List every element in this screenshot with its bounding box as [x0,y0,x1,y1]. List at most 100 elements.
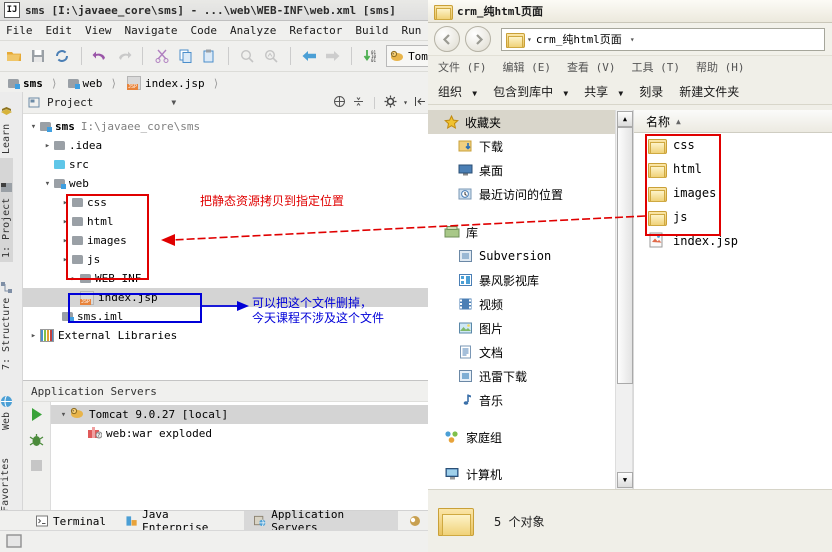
tree-row-web[interactable]: ▾ web [23,174,432,193]
menu-help[interactable]: 帮助 (H) [696,59,745,75]
menu-refactor[interactable]: Refactor [289,24,342,37]
menu-analyze[interactable]: Analyze [230,24,276,37]
tab-terminal[interactable]: Terminal [26,511,116,531]
save-all-icon[interactable] [30,47,47,65]
nav-group-libraries[interactable]: 库 [428,220,615,244]
chevron-down-icon[interactable]: ▾ [527,35,532,44]
scroll-down-arrow[interactable]: ▼ [617,472,633,488]
nav-item-music[interactable]: 音乐 [428,388,615,412]
tab-application-servers[interactable]: Application Servers [244,508,399,534]
cut-icon[interactable] [153,47,170,65]
nav-item-documents[interactable]: 文档 [428,340,615,364]
left-tool-strip[interactable]: Learn 1: Project 7: Structure Web 2: Fav… [0,92,23,552]
settings-gear-icon[interactable] [384,95,397,111]
hide-panel-icon[interactable] [414,95,427,111]
chevron-right-icon: ⟩ [50,76,58,90]
menu-run[interactable]: Run [401,24,421,37]
nav-item-thunder-downloads[interactable]: 迅雷下载 [428,364,615,388]
nav-item-downloads[interactable]: 下载 [428,134,615,158]
menu-view[interactable]: View [85,24,112,37]
breadcrumb-item-web[interactable]: web ⟩ [67,77,126,90]
share-button[interactable]: 共享 ▼ [584,83,623,100]
scrollbar-thumb[interactable] [617,127,633,384]
chevron-down-icon[interactable]: ▼ [563,89,568,98]
tree-row-external-libraries[interactable]: ▸ External Libraries [23,326,432,345]
tree-row-src[interactable]: src [23,155,432,174]
organize-button[interactable]: 组织 ▼ [438,83,477,100]
burn-button[interactable]: 刻录 [639,83,663,100]
explorer-command-bar[interactable]: 组织 ▼ 包含到库中 ▼ 共享 ▼ 刻录 新建文件夹 [428,78,832,105]
compile-icon[interactable]: 01 10 01 [362,47,379,65]
open-project-icon[interactable] [6,47,23,65]
menu-file[interactable]: 文件 (F) [438,59,487,75]
nav-item-pictures[interactable]: 图片 [428,316,615,340]
back-arrow-icon[interactable] [301,47,318,65]
expand-all-icon[interactable] [333,95,346,111]
scroll-up-arrow[interactable]: ▲ [617,111,633,127]
chevron-right-icon[interactable]: ▸ [41,141,54,151]
chevron-down-icon[interactable]: ▼ [171,98,176,107]
menu-navigate[interactable]: Navigate [125,24,178,37]
explorer-navigation-pane[interactable]: 收藏夹 下载 桌面 最近访问的位置 库 Subversion 暴风影视库 视频 … [428,110,615,490]
menu-file[interactable]: File [6,24,33,37]
column-header-name[interactable]: 名称 ▲ [634,110,832,133]
chevron-down-icon[interactable]: ▾ [630,35,635,44]
menu-tools[interactable]: 工具 (T) [632,59,681,75]
run-configuration-selector[interactable]: Tom [386,45,432,67]
copy-icon[interactable] [177,47,194,65]
servers-tree[interactable]: ▾ Tomcat 9.0.27 [local] ? web:war explod… [51,402,432,512]
sidebar-item-structure[interactable]: 7: Structure [0,262,13,374]
forward-button[interactable] [465,26,491,52]
globe-icon [1,395,12,408]
chevron-down-icon[interactable]: ▼ [618,89,623,98]
menu-code[interactable]: Code [190,24,217,37]
ide-toolbar[interactable]: 01 10 01 Tom [0,41,432,72]
explorer-navigation-bar[interactable]: ▾ crm_纯html页面 ▾ [428,23,832,56]
breadcrumb-item-index-jsp[interactable]: index.jsp ⟩ [127,76,227,90]
servers-gutter-toolbar[interactable] [23,402,51,512]
chevron-down-icon[interactable]: ▾ [27,122,40,132]
chevron-down-icon[interactable]: ▼ [472,89,477,98]
explorer-menu-bar[interactable]: 文件 (F) 编辑 (E) 查看 (V) 工具 (T) 帮助 (H) [428,56,832,78]
run-button[interactable] [28,406,45,426]
address-bar[interactable]: ▾ crm_纯html页面 ▾ [501,27,825,51]
server-row-artifact[interactable]: ? web:war exploded [51,424,432,443]
collapse-all-icon[interactable] [352,95,365,111]
debug-button[interactable] [28,432,45,452]
navigation-pane-scrollbar[interactable]: ▲ ▼ [615,110,633,490]
paste-icon[interactable] [201,47,218,65]
breadcrumb-item-sms[interactable]: sms ⟩ [8,77,66,90]
include-in-library-button[interactable]: 包含到库中 ▼ [493,83,568,100]
nav-item-desktop[interactable]: 桌面 [428,158,615,182]
chevron-down-icon[interactable]: ▾ [41,179,54,189]
tab-java-enterprise[interactable]: Java Enterprise [116,508,244,534]
menu-edit[interactable]: 编辑 (E) [503,59,552,75]
tab-overflow[interactable] [398,511,432,531]
sidebar-item-web[interactable]: Web [0,374,13,434]
chevron-down-icon[interactable]: ▾ [57,410,70,420]
nav-item-videos[interactable]: 视频 [428,292,615,316]
ide-bottom-tab-bar[interactable]: Terminal Java Enterprise Application Ser… [0,508,432,534]
nav-group-computer[interactable]: 计算机 [428,462,615,486]
nav-group-favorites[interactable]: 收藏夹 [428,110,615,134]
nav-item-recent-places[interactable]: 最近访问的位置 [428,182,615,206]
sidebar-item-project[interactable]: 1: Project [0,158,13,262]
undo-icon[interactable] [92,47,109,65]
nav-item-baofeng-library[interactable]: 暴风影视库 [428,268,615,292]
back-button[interactable] [434,26,460,52]
chevron-right-icon[interactable]: ▸ [27,331,40,341]
nav-item-subversion[interactable]: Subversion [428,244,615,268]
application-servers-tool-window: Application Servers ▾ Tomcat 9.0.27 [loc… [23,381,432,512]
menu-view[interactable]: 查看 (V) [567,59,616,75]
nav-group-homegroup[interactable]: 家庭组 [428,425,615,449]
new-folder-button[interactable]: 新建文件夹 [679,83,739,100]
sync-refresh-icon[interactable] [54,47,71,65]
ide-menu-bar[interactable]: File Edit View Navigate Code Analyze Ref… [0,21,432,41]
sidebar-item-learn[interactable]: Learn [0,92,13,158]
server-row-tomcat[interactable]: ▾ Tomcat 9.0.27 [local] [51,405,432,424]
gear-chevron-icon[interactable]: ▾ [403,98,408,107]
menu-edit[interactable]: Edit [46,24,73,37]
menu-build[interactable]: Build [355,24,388,37]
tree-row-sms[interactable]: ▾ sms I:\javaee_core\sms [23,117,432,136]
tree-row-idea[interactable]: ▸ .idea [23,136,432,155]
